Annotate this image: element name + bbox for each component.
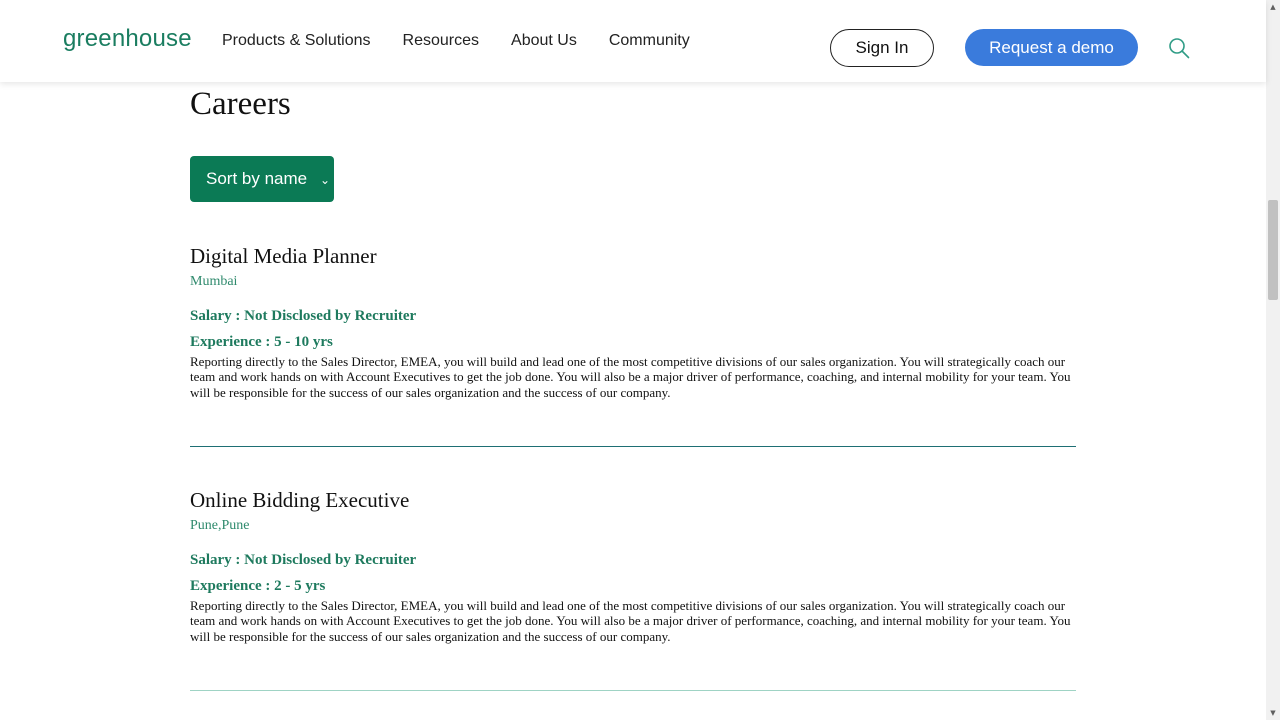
job-listing: Digital Media Planner Mumbai Salary : No… <box>190 244 1076 400</box>
job-divider <box>190 690 1076 691</box>
job-location: Mumbai <box>190 274 238 289</box>
scrollbar-thumb[interactable] <box>1268 200 1278 300</box>
job-location: Pune,Pune <box>190 518 250 533</box>
job-divider <box>190 446 1076 447</box>
nav-about-us[interactable]: About Us <box>511 32 577 50</box>
job-description: Reporting directly to the Sales Director… <box>190 354 1071 400</box>
job-title[interactable]: Digital Media Planner <box>190 244 1076 268</box>
sort-select-value: Sort by name <box>206 169 308 188</box>
nav-community[interactable]: Community <box>609 32 690 50</box>
search-icon[interactable] <box>1168 37 1190 59</box>
nav-resources[interactable]: Resources <box>403 32 479 50</box>
page-scrollbar[interactable]: ▲ ▼ <box>1266 0 1280 720</box>
site-header: greenhouse Products & Solutions Resource… <box>0 0 1266 82</box>
page-title: Careers <box>190 86 291 122</box>
nav-products-solutions[interactable]: Products & Solutions <box>222 32 371 50</box>
job-experience: Experience : 2 - 5 yrs <box>190 578 326 594</box>
page: greenhouse Products & Solutions Resource… <box>0 0 1280 720</box>
job-title[interactable]: Online Bidding Executive <box>190 488 1076 512</box>
request-demo-button[interactable]: Request a demo <box>965 29 1138 66</box>
chevron-down-icon: ⌄ <box>319 173 330 187</box>
job-experience: Experience : 5 - 10 yrs <box>190 334 333 350</box>
greenhouse-logo[interactable]: greenhouse <box>63 25 192 53</box>
search-icon-graphic <box>1169 38 1190 59</box>
scroll-up-arrow-icon[interactable]: ▲ <box>1266 0 1280 14</box>
job-salary: Salary : Not Disclosed by Recruiter <box>190 552 417 568</box>
main-nav: Products & Solutions Resources About Us … <box>222 32 722 50</box>
sign-in-button[interactable]: Sign In <box>830 29 934 67</box>
job-listing: Online Bidding Executive Pune,Pune Salar… <box>190 488 1076 644</box>
job-description: Reporting directly to the Sales Director… <box>190 598 1071 644</box>
scroll-down-arrow-icon[interactable]: ▼ <box>1266 706 1280 720</box>
sort-select[interactable]: Sort by name ⌄ <box>190 156 334 202</box>
job-salary: Salary : Not Disclosed by Recruiter <box>190 308 417 324</box>
